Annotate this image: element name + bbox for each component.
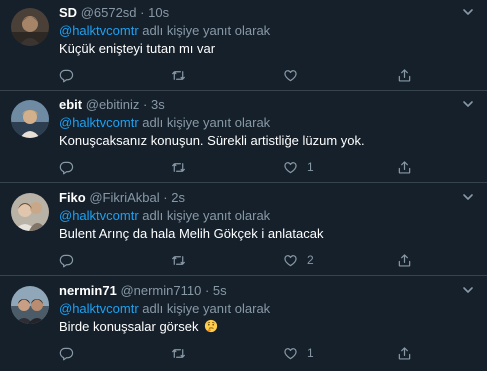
display-name[interactable]: ebit xyxy=(59,97,82,112)
heart-icon xyxy=(284,254,297,266)
like-count: 1 xyxy=(307,346,314,360)
tweet-header: SD @6572sd · 10s xyxy=(59,5,169,21)
reply-context: @halktvcomtr adlı kişiye yanıt olarak xyxy=(59,115,270,131)
avatar[interactable] xyxy=(11,193,49,231)
reply-mention-link[interactable]: @halktvcomtr xyxy=(59,301,139,316)
like-count: 1 xyxy=(307,160,314,174)
tweet-actions: 1 xyxy=(59,344,419,362)
tweet-item[interactable]: nermin71 @nermin7110 · 5s @halktvcomtr a… xyxy=(0,278,487,369)
share-button[interactable] xyxy=(397,66,412,84)
like-button[interactable]: 2 xyxy=(283,251,314,269)
separator-dot: · xyxy=(163,190,168,205)
chevron-down-icon[interactable] xyxy=(461,190,475,204)
retweet-icon xyxy=(172,348,185,358)
heart-icon xyxy=(284,347,297,359)
avatar[interactable] xyxy=(11,100,49,138)
share-icon xyxy=(398,68,411,82)
share-icon xyxy=(398,160,411,174)
like-button[interactable]: 1 xyxy=(283,158,314,176)
tweet-header: ebit @ebitiniz · 3s xyxy=(59,97,165,113)
reply-context: @halktvcomtr adlı kişiye yanıt olarak xyxy=(59,23,270,39)
reply-context-label: adlı kişiye yanıt olarak xyxy=(138,208,271,223)
like-count: 2 xyxy=(307,253,314,267)
tweet-item[interactable]: ebit @ebitiniz · 3s @halktvcomtr adlı ki… xyxy=(0,92,487,183)
reply-context-label: adlı kişiye yanıt olarak xyxy=(138,115,271,130)
reply-feed: SD @6572sd · 10s @halktvcomtr adlı kişiy… xyxy=(0,0,487,371)
share-icon xyxy=(398,253,411,267)
user-handle[interactable]: @6572sd xyxy=(81,5,137,20)
avatar[interactable] xyxy=(11,8,49,46)
reply-mention-link[interactable]: @halktvcomtr xyxy=(59,115,139,130)
tweet-text-content: Birde konuşsalar görsek xyxy=(59,319,199,334)
display-name[interactable]: SD xyxy=(59,5,77,20)
tweet-timestamp[interactable]: 5s xyxy=(213,283,227,298)
thinking-face-emoji-icon xyxy=(204,319,218,333)
retweet-icon xyxy=(172,70,185,80)
user-handle[interactable]: @ebitiniz xyxy=(86,97,140,112)
separator-dot: · xyxy=(143,97,148,112)
chevron-down-icon[interactable] xyxy=(461,283,475,297)
like-button[interactable] xyxy=(283,66,307,84)
tweet-actions xyxy=(59,66,419,84)
tweet-actions: 2 xyxy=(59,251,419,269)
avatar-photo-icon xyxy=(11,8,49,46)
tweet-text: Birde konuşsalar görsek xyxy=(59,319,218,335)
tweet-header: Fiko @FikriAkbal · 2s xyxy=(59,190,185,206)
reply-context-label: adlı kişiye yanıt olarak xyxy=(138,301,271,316)
user-handle[interactable]: @nermin7110 xyxy=(120,283,201,298)
reply-mention-link[interactable]: @halktvcomtr xyxy=(59,23,139,38)
reply-button[interactable] xyxy=(59,66,83,84)
share-button[interactable] xyxy=(397,251,412,269)
heart-icon xyxy=(284,69,297,81)
reply-button[interactable] xyxy=(59,158,83,176)
tweet-text: Konuşcaksanız konuşun. Sürekli artistliğ… xyxy=(59,133,365,148)
share-button[interactable] xyxy=(397,344,412,362)
share-icon xyxy=(398,346,411,360)
retweet-icon xyxy=(172,162,185,172)
avatar-photo-icon xyxy=(11,100,49,138)
avatar-photo-icon xyxy=(11,193,49,231)
chevron-down-icon[interactable] xyxy=(461,97,475,111)
reply-context: @halktvcomtr adlı kişiye yanıt olarak xyxy=(59,301,270,317)
reply-icon xyxy=(59,69,74,82)
retweet-button[interactable] xyxy=(171,251,195,269)
reply-context-label: adlı kişiye yanıt olarak xyxy=(138,23,271,38)
tweet-actions: 1 xyxy=(59,158,419,176)
separator-dot: · xyxy=(140,5,145,20)
tweet-timestamp[interactable]: 10s xyxy=(148,5,169,20)
retweet-icon xyxy=(172,255,185,265)
retweet-button[interactable] xyxy=(171,158,195,176)
chevron-down-icon[interactable] xyxy=(461,5,475,19)
display-name[interactable]: Fiko xyxy=(59,190,86,205)
heart-icon xyxy=(284,161,297,173)
tweet-item[interactable]: SD @6572sd · 10s @halktvcomtr adlı kişiy… xyxy=(0,0,487,91)
separator-dot: · xyxy=(204,283,210,298)
share-button[interactable] xyxy=(397,158,412,176)
tweet-text: Bulent Arınç da hala Melih Gökçek i anla… xyxy=(59,226,324,241)
reply-mention-link[interactable]: @halktvcomtr xyxy=(59,208,139,223)
avatar[interactable] xyxy=(11,286,49,324)
retweet-button[interactable] xyxy=(171,344,195,362)
user-handle[interactable]: @FikriAkbal xyxy=(89,190,159,205)
reply-icon xyxy=(59,161,74,174)
tweet-header: nermin71 @nermin7110 · 5s xyxy=(59,283,227,299)
reply-button[interactable] xyxy=(59,251,83,269)
display-name[interactable]: nermin71 xyxy=(59,283,117,298)
reply-icon xyxy=(59,254,74,267)
tweet-timestamp[interactable]: 2s xyxy=(171,190,185,205)
reply-button[interactable] xyxy=(59,344,83,362)
reply-context: @halktvcomtr adlı kişiye yanıt olarak xyxy=(59,208,270,224)
avatar-photo-icon xyxy=(11,286,49,324)
tweet-item[interactable]: Fiko @FikriAkbal · 2s @halktvcomtr adlı … xyxy=(0,185,487,276)
reply-icon xyxy=(59,347,74,360)
retweet-button[interactable] xyxy=(171,66,195,84)
tweet-text: Küçük enişteyi tutan mı var xyxy=(59,41,216,56)
tweet-timestamp[interactable]: 3s xyxy=(151,97,165,112)
like-button[interactable]: 1 xyxy=(283,344,314,362)
